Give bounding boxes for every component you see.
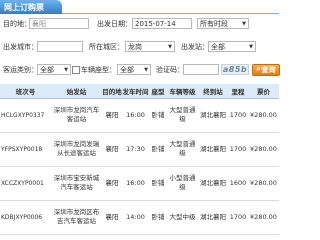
cell-distance: 1700 xyxy=(228,98,248,133)
cell-destination: 襄阳 xyxy=(102,166,122,201)
search-button-label: 查询 xyxy=(261,65,276,74)
chevron-down-icon: ▼ xyxy=(168,43,172,50)
cell-distance: 1700 xyxy=(228,132,248,167)
district-label: 所在城区： xyxy=(89,42,124,51)
date-input[interactable]: 2015-07-14 xyxy=(132,18,192,29)
time-period-select[interactable]: 所有时段 ▼ xyxy=(197,18,249,29)
cell-destination: 襄阳 xyxy=(102,200,122,235)
table-row[interactable]: KDBJXYP0006 深圳市龙岗区布吉汽车客运站 襄阳 14:00 卧铺 大型… xyxy=(0,200,279,235)
cell-time: 16:00 xyxy=(122,98,149,133)
cell-origin: 深圳市龙岗区布吉汽车客运站 xyxy=(51,200,102,235)
seat-type-label: 车辆座型： xyxy=(81,65,116,74)
cell-price: ¥280.00 xyxy=(248,132,279,167)
cell-seat: 卧铺 xyxy=(149,166,167,201)
seat-type-select[interactable]: 全部 ▼ xyxy=(117,64,151,75)
transport-type-label: 客运类别： xyxy=(3,65,38,74)
cell-trip-id: HCLGXYP0337 xyxy=(0,98,51,133)
cell-time: 14:00 xyxy=(122,200,149,235)
cell-trip-id: KDBJXYP0006 xyxy=(0,200,51,235)
cell-seat: 卧铺 xyxy=(149,98,167,133)
table-header-row: 班次号 始发站 目的地 发车时间 座型 车辆等级 终到站 里程 票价 xyxy=(0,84,279,99)
cell-seat: 卧铺 xyxy=(149,200,167,235)
district-select[interactable]: 龙岗 ▼ xyxy=(125,41,175,52)
column-header: 车辆等级 xyxy=(167,84,198,99)
cell-distance: 1600 xyxy=(228,166,248,201)
captcha-label: 验证码： xyxy=(156,65,184,74)
cell-distance: 1700 xyxy=(228,200,248,235)
column-header: 座型 xyxy=(149,84,167,99)
cell-price: ¥280.00 xyxy=(248,98,279,133)
captcha-input[interactable] xyxy=(183,64,219,75)
column-header: 目的地 xyxy=(102,84,122,99)
cell-terminal: 湖北襄阳 xyxy=(198,98,228,133)
station-select[interactable]: 全部 ▼ xyxy=(208,41,256,52)
chevron-down-icon: ▼ xyxy=(242,20,246,27)
transport-type-select[interactable]: 全部 ▼ xyxy=(37,64,71,75)
cell-terminal: 湖北襄阳 xyxy=(198,132,228,167)
departure-city-input[interactable] xyxy=(37,41,83,52)
search-icon: ⌕ xyxy=(256,65,261,73)
station-value: 全部 xyxy=(211,42,225,51)
seat-type-value: 全部 xyxy=(120,65,134,74)
cell-seat: 卧铺 xyxy=(149,132,167,167)
cell-destination: 襄阳 xyxy=(102,132,122,167)
form-row-2: 出发城市： 所在城区： 龙岗 ▼ 出发站： 全部 ▼ xyxy=(0,40,256,53)
chevron-down-icon: ▼ xyxy=(144,66,148,73)
cell-origin: 深圳市龙岗汽车客运站 xyxy=(51,98,102,133)
cell-origin: 深圳市龙岗发瑞从长途客运站 xyxy=(51,132,102,167)
cell-grade: 大型普通级 xyxy=(167,98,198,133)
filter-checkbox[interactable] xyxy=(72,65,80,74)
table-row[interactable]: YFPSXYP0018 深圳市龙岗发瑞从长途客运站 襄阳 17:30 卧铺 大型… xyxy=(0,132,279,167)
column-header: 发车时间 xyxy=(122,84,149,99)
panel-title-tab[interactable]: 网上订购票 xyxy=(0,0,62,14)
ticket-search-panel: 网上订购票 目的地： 襄阳 出发日期： 2015-07-14 所有时段 ▼ 出发… xyxy=(0,0,280,235)
cell-destination: 襄阳 xyxy=(102,98,122,133)
destination-label: 目的地： xyxy=(3,19,31,28)
cell-origin: 深圳市宝安新城汽车客运站 xyxy=(51,166,102,201)
cell-terminal: 湖北襄阳 xyxy=(198,200,228,235)
date-label: 出发日期： xyxy=(97,19,132,28)
cell-grade: 小型普通级 xyxy=(167,166,198,201)
captcha-image[interactable]: a85b xyxy=(221,64,249,75)
destination-input[interactable]: 襄阳 xyxy=(29,18,89,29)
cell-trip-id: XCCZXYP0001 xyxy=(0,166,51,201)
column-header: 里程 xyxy=(228,84,248,99)
cell-time: 17:30 xyxy=(122,132,149,167)
table-row[interactable]: XCCZXYP0001 深圳市宝安新城汽车客运站 襄阳 16:00 卧铺 小型普… xyxy=(0,166,279,201)
results-table: 班次号 始发站 目的地 发车时间 座型 车辆等级 终到站 里程 票价 HCLGX… xyxy=(0,84,279,235)
table-row[interactable]: HCLGXYP0337 深圳市龙岗汽车客运站 襄阳 16:00 卧铺 大型普通级… xyxy=(0,98,279,133)
departure-city-label: 出发城市： xyxy=(3,42,38,51)
column-header: 始发站 xyxy=(51,84,102,99)
form-row-3: 客运类别： 全部 ▼ 车辆座型： 全部 ▼ 验证码： a85b ⌕ 查询 xyxy=(0,63,280,76)
chevron-down-icon: ▼ xyxy=(64,66,68,73)
column-header: 终到站 xyxy=(198,84,228,99)
cell-price: ¥280.00 xyxy=(248,200,279,235)
column-header: 票价 xyxy=(248,84,279,99)
cell-grade: 大型普通级 xyxy=(167,132,198,167)
time-period-value: 所有时段 xyxy=(200,19,228,28)
chevron-down-icon: ▼ xyxy=(249,43,253,50)
form-row-1: 目的地： 襄阳 出发日期： 2015-07-14 所有时段 ▼ xyxy=(0,17,249,30)
cell-price: ¥280.00 xyxy=(248,166,279,201)
district-value: 龙岗 xyxy=(128,42,142,51)
transport-type-value: 全部 xyxy=(40,65,54,74)
station-label: 出发站： xyxy=(181,42,209,51)
cell-grade: 大型中级 xyxy=(167,200,198,235)
panel-header: 网上订购票 xyxy=(0,0,279,14)
search-button[interactable]: ⌕ 查询 xyxy=(252,63,280,76)
column-header: 班次号 xyxy=(0,84,51,99)
cell-terminal: 湖北襄阳 xyxy=(198,166,228,201)
cell-trip-id: YFPSXYP0018 xyxy=(0,132,51,167)
cell-time: 16:00 xyxy=(122,166,149,201)
